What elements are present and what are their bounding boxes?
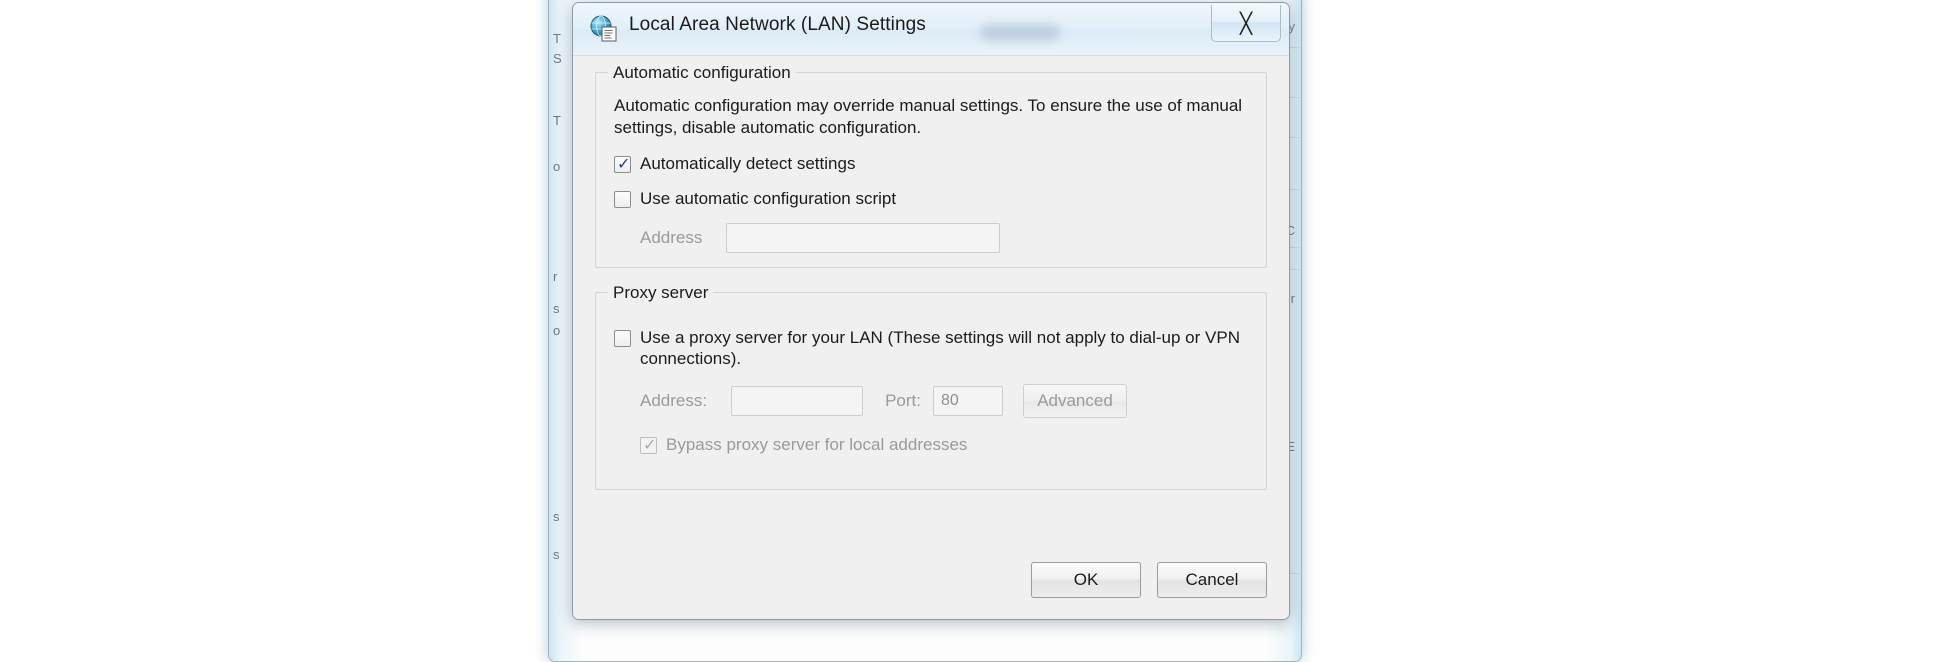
use-configuration-script-label: Use automatic configuration script: [640, 188, 897, 208]
lan-settings-dialog: Local Area Network (LAN) Settings ╳ Auto…: [572, 2, 1290, 620]
proxy-port-label: Port:: [885, 390, 921, 410]
auto-detect-settings-row[interactable]: ✓ Automatically detect settings: [614, 153, 1248, 174]
dialog-body: Automatic configuration Automatic config…: [573, 63, 1289, 619]
auto-detect-settings-checkbox[interactable]: ✓: [614, 153, 631, 173]
dialog-title: Local Area Network (LAN) Settings: [629, 14, 926, 35]
auto-detect-settings-label: Automatically detect settings: [640, 153, 856, 173]
use-proxy-server-label: Use a proxy server for your LAN (These s…: [640, 328, 1240, 369]
proxy-server-legend: Proxy server: [608, 283, 714, 303]
globe-settings-icon: [589, 15, 619, 43]
background-text-fragment: T: [553, 31, 561, 46]
use-configuration-script-row[interactable]: Use automatic configuration script: [614, 188, 1248, 209]
advanced-button[interactable]: Advanced: [1023, 383, 1127, 418]
automatic-configuration-legend: Automatic configuration: [608, 63, 796, 83]
bypass-proxy-row[interactable]: ✓ Bypass proxy server for local addresse…: [614, 434, 1248, 455]
proxy-address-row: Address: Port: 80 Advanced: [614, 383, 1248, 418]
checkmark-icon: ✓: [643, 434, 657, 454]
script-address-label: Address: [640, 228, 703, 247]
background-text-fragment: o: [553, 323, 561, 338]
background-text-fragment: S: [553, 51, 562, 66]
close-icon[interactable]: ╳: [1211, 5, 1281, 42]
background-text-fragment: s: [553, 301, 560, 316]
background-text-fragment: o: [553, 159, 561, 174]
dialog-footer: OK Cancel: [1031, 562, 1267, 598]
proxy-server-group: Proxy server Use a proxy server for your…: [595, 283, 1267, 490]
script-address-row: Address: [614, 223, 1248, 253]
close-glyph: ╳: [1239, 11, 1253, 35]
background-text-fragment: s: [553, 547, 560, 562]
automatic-configuration-description: Automatic configuration may override man…: [614, 96, 1243, 137]
background-text-fragment: T: [553, 113, 561, 128]
bypass-proxy-checkbox[interactable]: ✓: [640, 434, 657, 454]
proxy-address-input[interactable]: [731, 385, 864, 416]
use-proxy-server-row[interactable]: Use a proxy server for your LAN (These s…: [614, 327, 1248, 370]
redacted-title-region: [981, 25, 1059, 40]
cancel-button[interactable]: Cancel: [1157, 562, 1267, 598]
use-configuration-script-checkbox[interactable]: [614, 190, 631, 208]
use-proxy-server-checkbox[interactable]: [614, 330, 631, 347]
ok-button[interactable]: OK: [1031, 562, 1141, 598]
dialog-titlebar[interactable]: Local Area Network (LAN) Settings ╳: [573, 3, 1289, 56]
proxy-address-label: Address:: [640, 390, 708, 410]
background-text-fragment: s: [553, 509, 560, 524]
background-text-fragment: r: [553, 269, 558, 284]
background-text-fragment: r: [1290, 291, 1295, 306]
checkmark-icon: ✓: [617, 153, 631, 173]
bypass-proxy-label: Bypass proxy server for local addresses: [666, 434, 968, 454]
automatic-configuration-group: Automatic configuration Automatic config…: [595, 63, 1267, 268]
proxy-port-input[interactable]: 80: [933, 385, 1003, 416]
script-address-input[interactable]: [726, 223, 1001, 253]
